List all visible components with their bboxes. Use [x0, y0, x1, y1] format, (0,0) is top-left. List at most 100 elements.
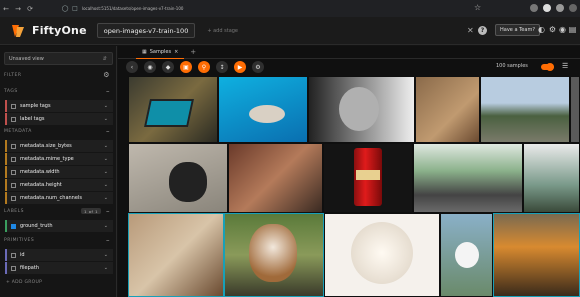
- sample-tile-grayscale-dog[interactable]: [308, 76, 415, 143]
- checkbox-checked[interactable]: [11, 223, 16, 229]
- primitives-section-header[interactable]: PRIMITIVES –: [4, 235, 113, 245]
- sample-tile-tablet[interactable]: [128, 76, 218, 143]
- grid-layout-icon[interactable]: ☰: [562, 62, 568, 70]
- address-bar[interactable]: ◯ □ localhost:5151/datasets/open-images-…: [62, 3, 392, 14]
- settings-gear-icon[interactable]: ⚙: [548, 25, 557, 34]
- sidebar-row-ground-truth[interactable]: ground_truth ⌄: [5, 220, 113, 232]
- dog-shape: [339, 87, 379, 131]
- settings-icon[interactable]: ⚙: [252, 61, 264, 73]
- sample-tile-street[interactable]: [480, 76, 570, 143]
- view-selector[interactable]: Unsaved view ⇵: [4, 52, 113, 65]
- sample-tile-bulldog[interactable]: [224, 213, 324, 297]
- bookmark-star-icon[interactable]: ☆: [474, 3, 481, 12]
- sample-tile-pool-dog[interactable]: [218, 76, 308, 143]
- patches-icon[interactable]: ▣: [180, 61, 192, 73]
- sample-tile-outdoor[interactable]: [523, 143, 580, 213]
- back-arrow-icon[interactable]: ←: [0, 3, 12, 15]
- checkbox[interactable]: [11, 143, 16, 149]
- search-icon[interactable]: ⚲: [198, 61, 210, 73]
- tab-samples[interactable]: ▦ Samples ×: [136, 46, 185, 59]
- page-icon: □: [72, 5, 78, 12]
- sample-tile-edge[interactable]: [570, 76, 580, 143]
- dataset-selector[interactable]: open-images-v7-train-100: [96, 23, 196, 38]
- chevron-down-icon[interactable]: ⌄: [104, 265, 108, 271]
- reload-icon[interactable]: ⟳: [24, 3, 36, 15]
- sidebar-row-metadata-size-bytes[interactable]: metadata.size_bytes ⌄: [5, 140, 113, 152]
- filter-settings-icon[interactable]: ⚙: [103, 71, 110, 79]
- dog-shape: [351, 222, 413, 284]
- tab-bar: ▦ Samples × +: [118, 46, 580, 59]
- github-icon[interactable]: ◉: [558, 25, 567, 34]
- tags-section-header[interactable]: TAGS –: [4, 86, 113, 96]
- sample-tile-people-indoor[interactable]: [228, 143, 323, 213]
- shield-icon: ◯: [61, 5, 69, 12]
- checkbox[interactable]: [11, 182, 16, 188]
- theme-toggle-icon[interactable]: ◐: [537, 25, 546, 34]
- dog-shape: [169, 162, 207, 202]
- sidebar-row-sample-tags[interactable]: sample tags ⌄: [5, 100, 113, 112]
- sample-tile-market[interactable]: [413, 143, 523, 213]
- sort-icon[interactable]: ↕: [216, 61, 228, 73]
- sample-tile-cat[interactable]: [415, 76, 480, 143]
- operator-icon[interactable]: ▶: [234, 61, 246, 73]
- checkbox[interactable]: [11, 156, 16, 162]
- extension-icon[interactable]: [530, 4, 538, 12]
- add-stage-input[interactable]: + add stage: [201, 23, 481, 38]
- teams-button[interactable]: Have a Team?: [495, 24, 540, 36]
- view-selector-label: Unsaved view: [9, 55, 44, 62]
- close-icon[interactable]: ✕: [467, 26, 474, 35]
- chevron-down-icon[interactable]: ⌄: [104, 223, 108, 229]
- checkbox[interactable]: [11, 195, 16, 201]
- slider-knob[interactable]: [546, 63, 554, 71]
- sample-tile-small-dog[interactable]: [440, 213, 493, 297]
- add-tab-icon[interactable]: +: [190, 48, 196, 56]
- collapse-icon[interactable]: –: [106, 207, 110, 215]
- primitives-section-label: PRIMITIVES: [4, 237, 35, 243]
- sidebar-row-label-tags[interactable]: label tags ⌄: [5, 113, 113, 125]
- chevron-down-icon[interactable]: ⌄: [104, 195, 108, 201]
- close-tab-icon[interactable]: ×: [174, 49, 178, 55]
- chevron-down-icon[interactable]: ⌄: [104, 116, 108, 122]
- sample-tile-beer-can[interactable]: [323, 143, 413, 213]
- url-text[interactable]: localhost:5151/datasets/open-images-v7-t…: [82, 6, 183, 11]
- sidebar-row-metadata-width[interactable]: metadata.width ⌄: [5, 166, 113, 178]
- sidebar-row-metadata-num-channels[interactable]: metadata.num_channels ⌄: [5, 192, 113, 204]
- forward-arrow-icon[interactable]: →: [12, 3, 24, 15]
- checkbox[interactable]: [11, 116, 16, 122]
- row-label: label tags: [20, 116, 45, 122]
- help-icon[interactable]: ?: [478, 26, 487, 35]
- label-tag-icon[interactable]: ◆: [162, 61, 174, 73]
- sample-tile-white-dog[interactable]: [324, 213, 440, 297]
- checkbox[interactable]: [11, 169, 16, 175]
- chevron-down-icon[interactable]: ⌄: [104, 252, 108, 258]
- collapse-icon[interactable]: –: [106, 127, 110, 135]
- sample-tile-beer-glass[interactable]: [493, 213, 580, 297]
- row-label: id: [20, 252, 25, 258]
- chevron-down-icon[interactable]: ⌄: [104, 103, 108, 109]
- download-icon[interactable]: [556, 4, 564, 12]
- labels-section-header[interactable]: LABELS 1 of 1 –: [4, 206, 113, 216]
- checkbox[interactable]: [11, 252, 16, 258]
- sidebar-row-metadata-mime-type[interactable]: metadata.mime_type ⌄: [5, 153, 113, 165]
- chevron-down-icon[interactable]: ⌄: [104, 156, 108, 162]
- sidebar-row-filepath[interactable]: filepath ⌄: [5, 262, 113, 274]
- back-icon[interactable]: ‹: [126, 61, 138, 73]
- docs-icon[interactable]: ▤: [568, 25, 577, 34]
- chevron-down-icon[interactable]: ⌄: [104, 169, 108, 175]
- metadata-section-header[interactable]: METADATA –: [4, 126, 113, 136]
- grid-size-slider[interactable]: [541, 63, 554, 71]
- collapse-icon[interactable]: –: [106, 236, 110, 244]
- profile-icon[interactable]: [543, 4, 551, 12]
- menu-icon[interactable]: [569, 4, 577, 12]
- chevron-down-icon[interactable]: ⌄: [104, 182, 108, 188]
- checkbox[interactable]: [11, 103, 16, 109]
- sample-tile-cats[interactable]: [128, 213, 224, 297]
- sidebar-row-id[interactable]: id ⌄: [5, 249, 113, 261]
- sample-tile-black-dog[interactable]: [128, 143, 228, 213]
- add-group-button[interactable]: + ADD GROUP: [6, 280, 42, 285]
- tag-icon[interactable]: ◉: [144, 61, 156, 73]
- sidebar-row-metadata-height[interactable]: metadata.height ⌄: [5, 179, 113, 191]
- collapse-icon[interactable]: –: [106, 87, 110, 95]
- checkbox[interactable]: [11, 265, 16, 271]
- chevron-down-icon[interactable]: ⌄: [104, 143, 108, 149]
